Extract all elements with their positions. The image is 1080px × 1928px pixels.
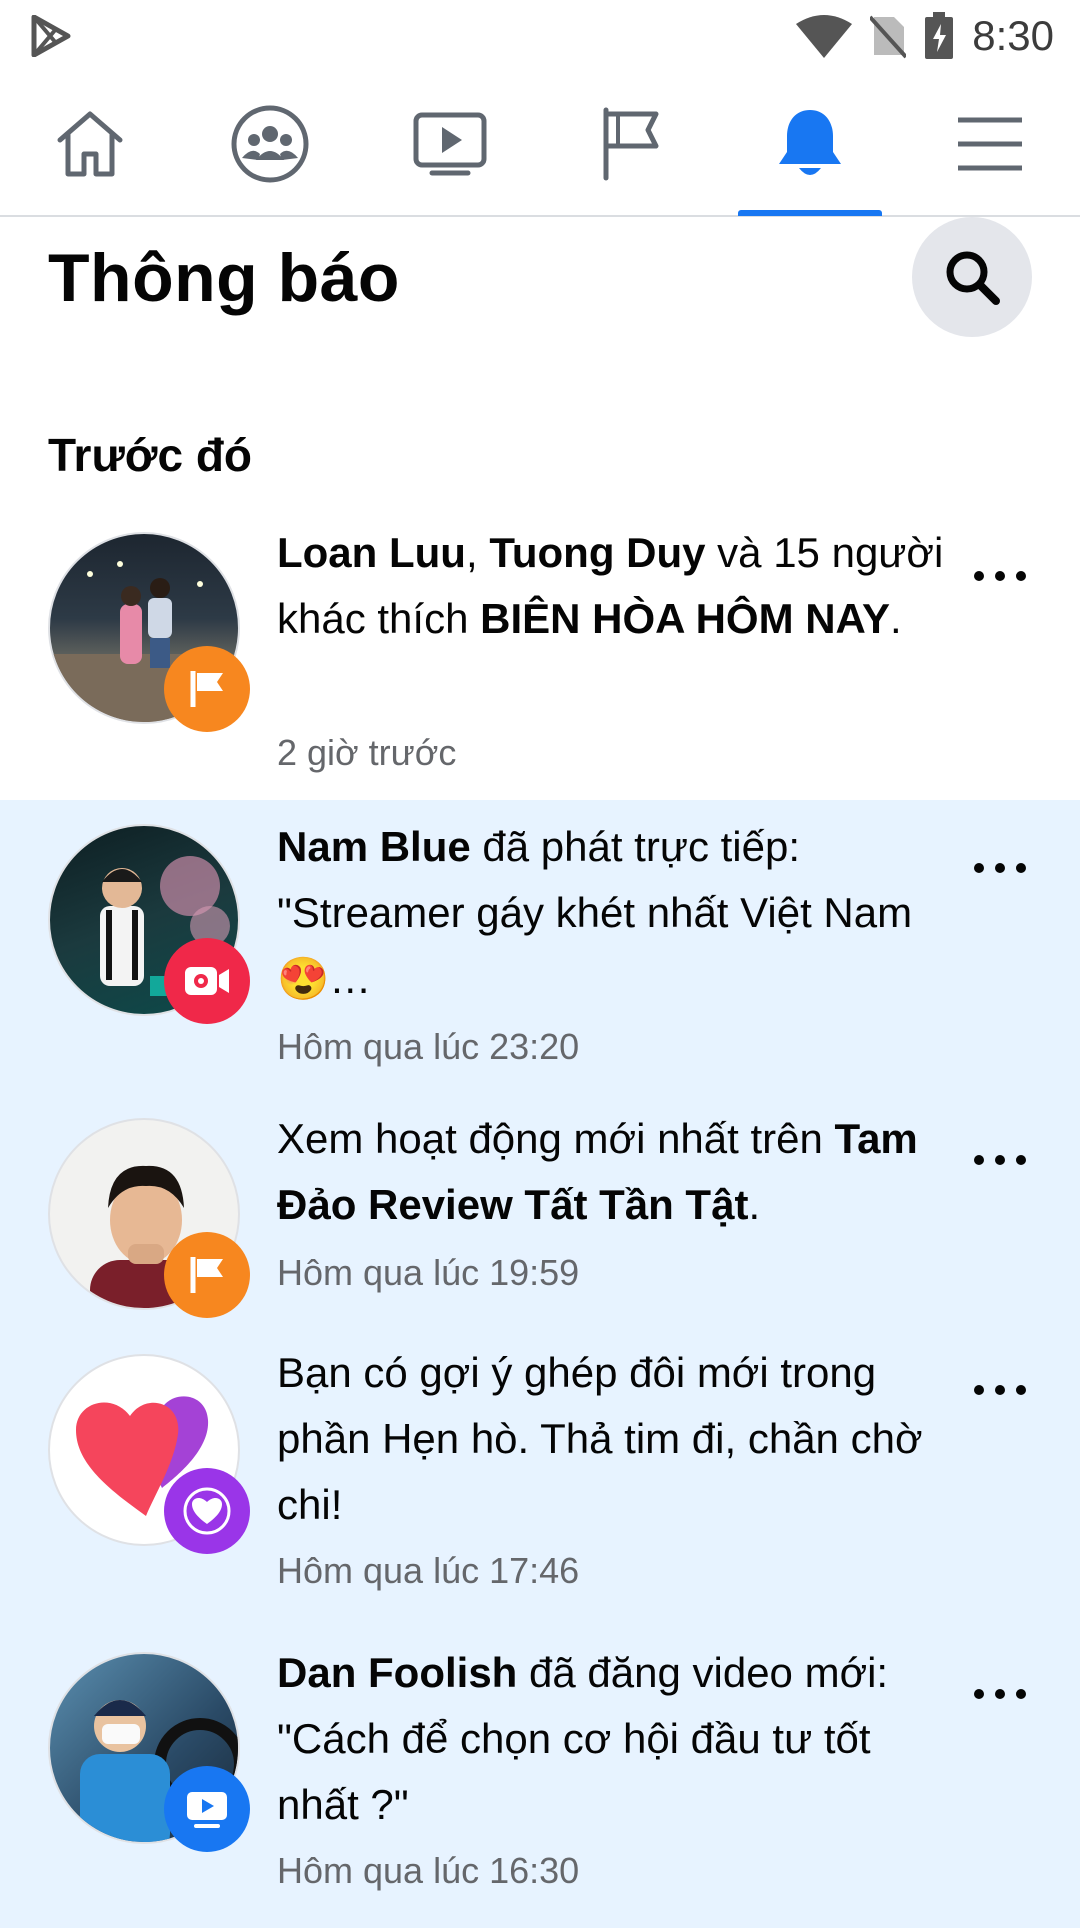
search-button[interactable] xyxy=(912,217,1032,337)
page-title: Thông báo xyxy=(48,240,400,316)
tab-home[interactable] xyxy=(0,72,180,215)
badge xyxy=(164,1232,250,1318)
battery-icon xyxy=(925,12,954,59)
avatar xyxy=(48,1652,250,1852)
home-icon xyxy=(57,111,123,176)
avatar xyxy=(48,532,250,732)
tab-bar xyxy=(0,72,1080,217)
groups-icon xyxy=(231,105,309,182)
flag-icon xyxy=(190,1257,223,1293)
notification-time: Hôm qua lúc 17:46 xyxy=(277,1550,580,1591)
flag-icon xyxy=(190,671,223,707)
tab-menu[interactable] xyxy=(900,72,1080,215)
more-options-button[interactable] xyxy=(970,1674,1030,1714)
avatar xyxy=(48,1118,250,1318)
notifications-list: Loan Luu, Tuong Duy và 15 người khác thí… xyxy=(0,520,1080,1928)
tab-watch[interactable] xyxy=(360,72,540,215)
watch-icon xyxy=(413,112,487,175)
notification-time: Hôm qua lúc 19:59 xyxy=(277,1252,580,1293)
search-icon xyxy=(946,251,1000,305)
dating-heart-icon xyxy=(183,1487,231,1535)
page-header: Thông báo xyxy=(0,217,1080,367)
notification-time: Hôm qua lúc 23:20 xyxy=(277,1026,580,1067)
notification-text: Dan Foolish đã đăng video mới: "Cách để … xyxy=(277,1649,889,1828)
notification-time: Hôm qua lúc 16:30 xyxy=(277,1850,580,1891)
badge xyxy=(164,938,250,1024)
wifi-icon xyxy=(796,15,853,58)
notification-text: Xem hoạt động mới nhất trên Tam Đảo Revi… xyxy=(277,1115,918,1228)
play-store-icon xyxy=(31,15,71,57)
notification-item[interactable]: Nam Blue đã phát trực tiếp: "Streamer gá… xyxy=(0,800,1080,1096)
section-title: Trước đó xyxy=(48,429,253,481)
notification-item[interactable]: Dan Foolish đã đăng video mới: "Cách để … xyxy=(0,1628,1080,1928)
bell-icon xyxy=(779,109,841,175)
tab-pages[interactable] xyxy=(540,72,720,215)
notification-item[interactable]: Loan Luu, Tuong Duy và 15 người khác thí… xyxy=(0,520,1080,800)
flag-icon xyxy=(603,107,659,180)
more-options-button[interactable] xyxy=(970,1370,1030,1410)
notification-text: Bạn có gợi ý ghép đôi mới trong phần Hẹn… xyxy=(277,1349,923,1528)
badge xyxy=(164,646,250,732)
badge xyxy=(164,1766,250,1852)
status-bar: 8:30 xyxy=(0,0,1080,72)
notification-text: Loan Luu, Tuong Duy và 15 người khác thí… xyxy=(277,529,944,642)
more-options-button[interactable] xyxy=(970,556,1030,596)
clock: 8:30 xyxy=(972,12,1054,59)
no-sim-icon xyxy=(870,15,907,59)
notification-time: 2 giờ trước xyxy=(277,732,457,773)
video-icon xyxy=(187,1792,227,1828)
more-options-button[interactable] xyxy=(970,848,1030,888)
notification-text: Nam Blue đã phát trực tiếp: "Streamer gá… xyxy=(277,823,913,1002)
tab-notifications[interactable] xyxy=(720,72,900,216)
avatar xyxy=(48,824,250,1024)
notification-item[interactable]: Xem hoạt động mới nhất trên Tam Đảo Revi… xyxy=(0,1096,1080,1332)
avatar xyxy=(48,1354,250,1554)
menu-icon xyxy=(958,117,1022,170)
more-options-button[interactable] xyxy=(970,1140,1030,1180)
notification-item[interactable]: Bạn có gợi ý ghép đôi mới trong phần Hẹn… xyxy=(0,1332,1080,1628)
live-video-icon xyxy=(185,967,229,995)
tab-groups[interactable] xyxy=(180,72,360,215)
badge xyxy=(164,1468,250,1554)
